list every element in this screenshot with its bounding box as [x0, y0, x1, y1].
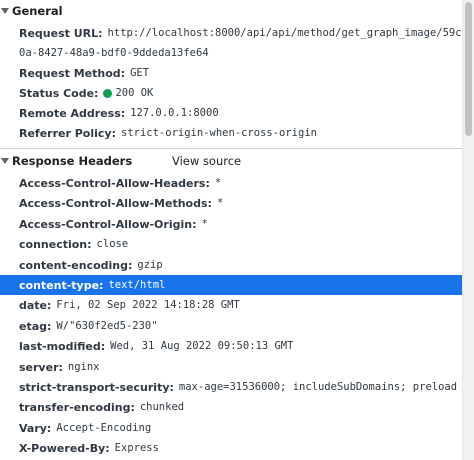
header-name: Access-Control-Allow-Origin:: [19, 217, 197, 231]
response-header-row[interactable]: strict-transport-security: max-age=315360…: [0, 377, 462, 397]
request-method-row[interactable]: Request Method: GET: [0, 63, 462, 83]
header-name: Vary:: [19, 421, 52, 435]
header-name: Access-Control-Allow-Headers:: [19, 176, 210, 190]
header-name: X-Powered-By:: [19, 441, 110, 455]
header-name: strict-transport-security:: [19, 380, 174, 394]
scrollbar-thumb[interactable]: [465, 2, 472, 136]
caret-down-icon[interactable]: [1, 158, 9, 164]
header-value[interactable]: chunked: [140, 401, 184, 413]
header-name: transfer-encoding:: [19, 400, 135, 414]
response-header-row[interactable]: Access-Control-Allow-Headers: *: [0, 173, 462, 193]
response-header-row[interactable]: Vary: Accept-Encoding: [0, 418, 462, 438]
general-section-header[interactable]: General: [0, 1, 63, 21]
response-header-row[interactable]: date: Fri, 02 Sep 2022 14:18:28 GMT: [0, 295, 462, 315]
header-name: content-type:: [19, 278, 104, 292]
request-method-label: Request Method:: [19, 66, 126, 80]
header-value[interactable]: gzip: [137, 259, 162, 271]
status-code-label: Status Code:: [19, 86, 99, 100]
header-name: server:: [19, 360, 63, 374]
status-code-value[interactable]: 200 OK: [115, 87, 153, 99]
header-value[interactable]: nginx: [68, 361, 100, 373]
header-value[interactable]: Express: [115, 442, 159, 454]
request-url-value-continued[interactable]: 0a-8427-48a9-bdf0-9ddeda13fe64: [19, 43, 209, 63]
remote-address-row[interactable]: Remote Address: 127.0.0.1:8000: [0, 103, 462, 123]
response-header-row[interactable]: transfer-encoding: chunked: [0, 397, 462, 417]
remote-address-value[interactable]: 127.0.0.1:8000: [130, 107, 219, 119]
header-name: connection:: [19, 237, 92, 251]
header-value[interactable]: W/"630f2ed5-230": [56, 320, 157, 332]
response-header-row[interactable]: content-type: text/html: [0, 275, 462, 295]
header-value[interactable]: Wed, 31 Aug 2022 09:50:13 GMT: [110, 340, 293, 352]
header-value[interactable]: *: [217, 197, 223, 209]
caret-down-icon[interactable]: [1, 8, 9, 14]
request-url-label: Request URL:: [19, 26, 103, 40]
headers-panel: General Request URL: http://localhost:80…: [0, 0, 462, 460]
header-value[interactable]: close: [97, 238, 129, 250]
referrer-policy-row[interactable]: Referrer Policy: strict-origin-when-cros…: [0, 123, 462, 143]
request-method-value[interactable]: GET: [130, 67, 149, 79]
request-url-row[interactable]: Request URL: http://localhost:8000/api/a…: [0, 23, 462, 43]
header-value[interactable]: max-age=31536000; includeSubDomains; pre…: [179, 381, 457, 393]
remote-address-label: Remote Address:: [19, 106, 126, 120]
response-header-row[interactable]: Access-Control-Allow-Methods: *: [0, 193, 462, 213]
request-url-value[interactable]: http://localhost:8000/api/api/method/get…: [108, 27, 462, 39]
header-value[interactable]: Accept-Encoding: [56, 422, 151, 434]
header-name: Access-Control-Allow-Methods:: [19, 196, 212, 210]
response-header-row[interactable]: server: nginx: [0, 357, 462, 377]
response-header-row[interactable]: connection: close: [0, 234, 462, 254]
response-header-row[interactable]: content-encoding: gzip: [0, 255, 462, 275]
header-value[interactable]: Fri, 02 Sep 2022 14:18:28 GMT: [56, 299, 239, 311]
general-title: General: [12, 4, 63, 18]
response-header-row[interactable]: X-Powered-By: Express: [0, 438, 462, 458]
response-header-row[interactable]: Access-Control-Allow-Origin: *: [0, 214, 462, 234]
header-name: last-modified:: [19, 339, 106, 353]
view-source-link[interactable]: View source: [172, 151, 241, 171]
response-headers-title: Response Headers: [12, 154, 133, 168]
response-header-row[interactable]: etag: W/"630f2ed5-230": [0, 316, 462, 336]
response-headers-section-header[interactable]: Response Headers View source: [0, 151, 462, 171]
section-divider: [0, 148, 462, 149]
status-dot-icon: [103, 88, 113, 98]
header-value[interactable]: text/html: [108, 279, 165, 291]
vertical-scrollbar[interactable]: [462, 0, 474, 460]
header-name: etag:: [19, 319, 52, 333]
referrer-policy-label: Referrer Policy:: [19, 126, 116, 140]
response-header-row[interactable]: last-modified: Wed, 31 Aug 2022 09:50:13 …: [0, 336, 462, 356]
referrer-policy-value[interactable]: strict-origin-when-cross-origin: [121, 127, 317, 139]
header-name: date:: [19, 298, 52, 312]
header-value[interactable]: *: [215, 177, 221, 189]
status-code-row[interactable]: Status Code: 200 OK: [0, 83, 462, 103]
header-name: content-encoding:: [19, 258, 133, 272]
header-value[interactable]: *: [201, 218, 207, 230]
